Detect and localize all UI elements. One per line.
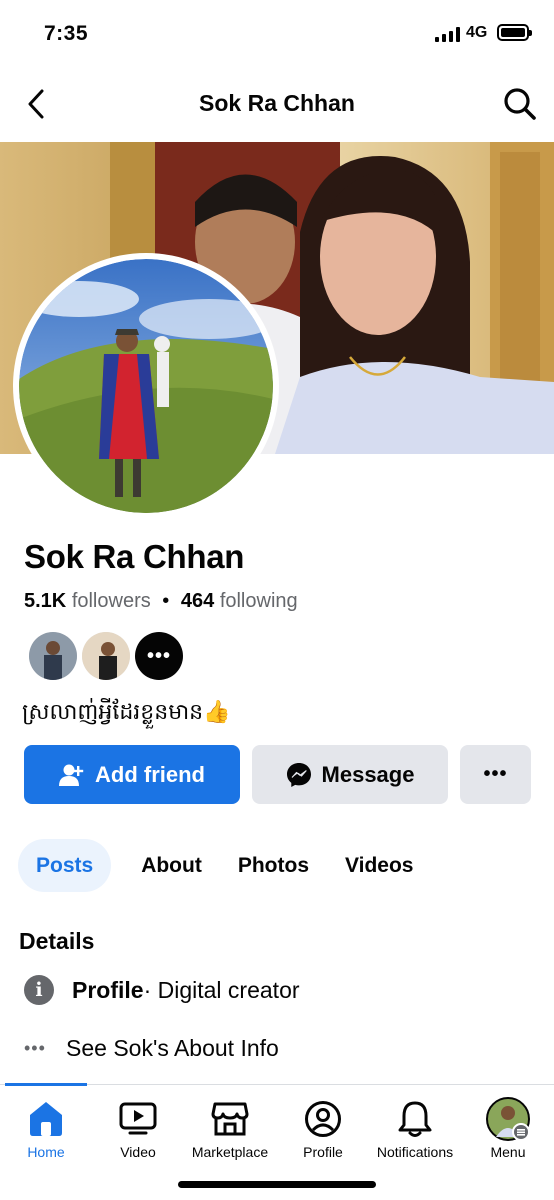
nav-profile[interactable]: Profile <box>277 1099 369 1160</box>
tab-videos[interactable]: Videos <box>327 839 431 892</box>
tab-about[interactable]: About <box>123 839 220 892</box>
status-bar: 7:35 4G <box>0 0 554 66</box>
follow-stats[interactable]: 5.1K followers • 464 following <box>24 590 298 613</box>
signal-icon <box>435 27 460 42</box>
nav-home-label: Home <box>27 1144 65 1160</box>
active-tab-indicator <box>5 1083 87 1086</box>
tab-posts[interactable]: Posts <box>18 839 112 892</box>
details-heading: Details <box>19 928 95 954</box>
mutual-friends[interactable]: ••• <box>29 632 183 680</box>
profile-icon <box>305 1101 341 1137</box>
nav-video[interactable]: Video <box>92 1099 184 1160</box>
detail-profile-row: i Profile · Digital creator <box>24 975 300 1005</box>
nav-menu[interactable]: Menu <box>462 1097 554 1160</box>
home-icon <box>30 1102 62 1136</box>
message-button[interactable]: Message <box>252 745 448 804</box>
add-friend-label: Add friend <box>95 761 205 787</box>
more-dots-icon: ••• <box>24 1038 46 1058</box>
add-friend-button[interactable]: Add friend <box>24 745 240 804</box>
tab-photos[interactable]: Photos <box>220 839 327 892</box>
following-count: 464 <box>180 590 215 612</box>
mutual-friend-avatar[interactable] <box>82 632 130 680</box>
network-type: 4G <box>466 24 488 41</box>
following-label: following <box>219 590 298 612</box>
message-label: Message <box>321 761 415 787</box>
search-icon <box>504 88 536 120</box>
nav-marketplace-label: Marketplace <box>191 1144 269 1160</box>
followers-label: followers <box>71 590 151 612</box>
see-about-info-label: See Sok's About Info <box>66 1035 279 1061</box>
mutual-friend-avatar[interactable] <box>29 632 77 680</box>
profile-tabs: Posts About Photos Videos <box>18 839 432 892</box>
profile-avatar[interactable] <box>13 253 279 519</box>
nav-video-label: Video <box>120 1144 156 1160</box>
search-button[interactable] <box>500 84 540 124</box>
profile-name: Sok Ra Chhan <box>24 538 245 575</box>
detail-profile-value: · Digital creator <box>143 976 300 1003</box>
nav-marketplace[interactable]: Marketplace <box>184 1099 276 1160</box>
stats-separator: • <box>162 590 170 612</box>
bell-icon <box>398 1101 432 1137</box>
page-title: Sok Ra Chhan <box>199 90 355 116</box>
more-mutuals-button[interactable]: ••• <box>135 632 183 680</box>
see-about-info-link[interactable]: ••• See Sok's About Info <box>24 1035 279 1062</box>
marketplace-icon <box>211 1102 249 1136</box>
more-actions-button[interactable]: ••• <box>460 745 531 804</box>
nav-notifications-label: Notifications <box>376 1144 454 1160</box>
followers-count: 5.1K <box>24 590 67 612</box>
status-time: 7:35 <box>44 22 89 45</box>
nav-notifications[interactable]: Notifications <box>369 1099 461 1160</box>
home-indicator <box>178 1181 376 1188</box>
top-nav: Sok Ra Chhan <box>0 66 554 142</box>
profile-bio: ស្រលាញ់អ្វីដែរខ្លួនមាន👍 <box>22 700 231 725</box>
nav-home[interactable]: Home <box>0 1099 92 1160</box>
nav-menu-label: Menu <box>490 1144 526 1160</box>
nav-profile-label: Profile <box>303 1144 343 1160</box>
messenger-icon <box>286 762 311 787</box>
add-friend-icon <box>59 764 84 786</box>
battery-icon <box>497 24 532 41</box>
detail-profile-label: Profile <box>72 976 144 1003</box>
menu-avatar-icon <box>486 1097 530 1141</box>
video-icon <box>119 1102 157 1135</box>
info-icon: i <box>24 975 54 1005</box>
